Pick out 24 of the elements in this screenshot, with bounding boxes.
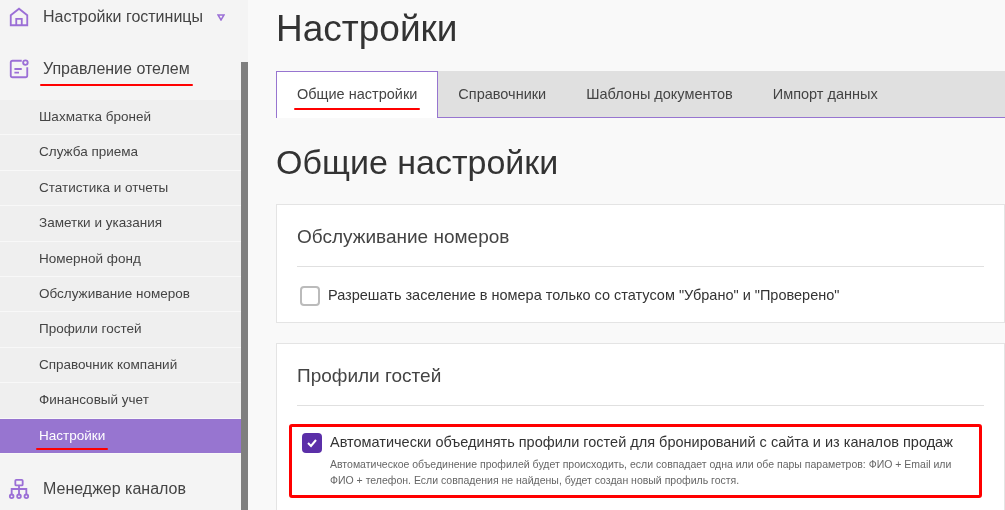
option-label: Автоматически объединять профили гостей для бронирований с сайта и из каналов продаж [330, 432, 954, 452]
submenu-item[interactable]: Настройки [0, 418, 241, 454]
tab[interactable]: Справочники [438, 71, 567, 118]
tab[interactable]: Общие настройки [276, 71, 439, 118]
checkbox[interactable] [300, 285, 320, 306]
note-icon [8, 58, 30, 80]
sidebar-item[interactable]: Настройки гостиницы [0, 0, 241, 34]
sidebar-item-label: Управление отелем [40, 57, 193, 86]
sidebar-item-label: Менеджер каналов [42, 478, 187, 499]
section-title: Общие настройки [276, 142, 560, 183]
tab[interactable]: Импорт данных [752, 71, 898, 118]
sidebar-item[interactable]: Управление отелем [0, 34, 241, 92]
sidebar-item-label: Настройки гостиницы [42, 7, 204, 27]
caret-icon [217, 13, 225, 21]
card-title: Обслуживание номеров [297, 223, 984, 267]
option-label: Разрешать заселение в номера только со статусом "Убрано" и "Проверено" [328, 285, 840, 305]
page-title: Настройки [276, 7, 459, 51]
checkbox[interactable] [302, 432, 322, 453]
network-icon [8, 477, 30, 500]
card-title: Профили гостей [297, 362, 984, 406]
tab[interactable]: Шаблоны документов [566, 71, 753, 118]
option-description: Автоматическое объединение профилей будет происходить, если совпадает одна или обе пары параметров: ФИО + Email или ФИО + телефон. Если совпадения не найдены, будет создан новый профиль гостя. [330, 456, 953, 488]
sidebar-item[interactable]: Менеджер каналов [0, 453, 241, 510]
house-icon [8, 6, 30, 28]
